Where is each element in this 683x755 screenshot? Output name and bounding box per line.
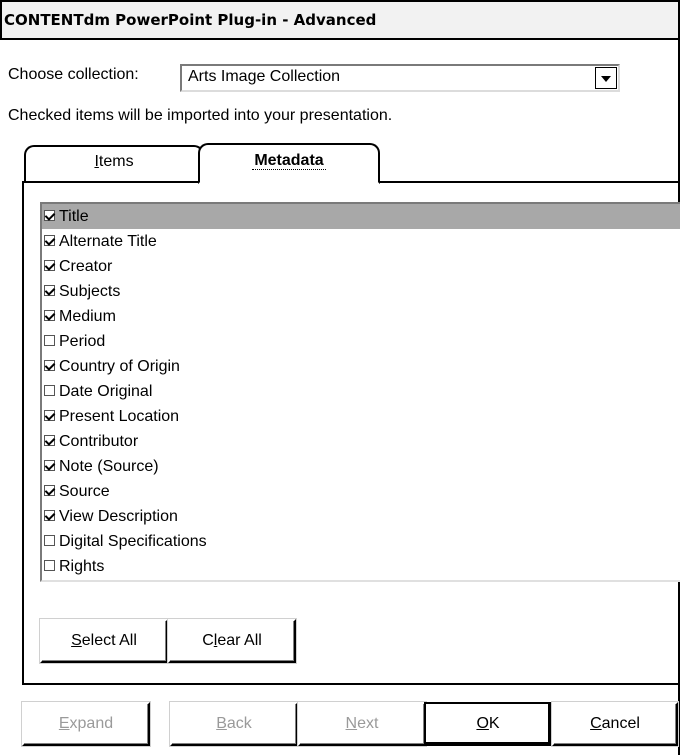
tab-metadata[interactable]: Metadata	[198, 143, 380, 184]
ok-label: K	[488, 715, 500, 732]
list-item[interactable]: Source	[42, 479, 680, 504]
next-label: ext	[357, 715, 379, 732]
advanced-dialog: CONTENTdm PowerPoint Plug-in - Advanced …	[0, 0, 680, 755]
checkbox[interactable]	[44, 385, 55, 396]
list-item[interactable]: Contributor	[42, 429, 680, 454]
checkbox[interactable]	[44, 460, 55, 471]
next-mnemonic: N	[345, 715, 358, 732]
chevron-down-icon[interactable]	[595, 67, 617, 89]
list-item-label: Digital Specifications	[59, 533, 207, 550]
tab-items[interactable]: Items	[24, 145, 204, 181]
list-item[interactable]: Period	[42, 329, 680, 354]
checkbox[interactable]	[44, 310, 55, 321]
instructions-text: Checked items will be imported into your…	[8, 107, 393, 124]
ok-mnemonic: O	[476, 715, 489, 732]
collection-select[interactable]: Arts Image Collection	[180, 64, 620, 92]
next-button[interactable]: Next	[298, 702, 426, 746]
checkbox[interactable]	[44, 235, 55, 246]
checkbox[interactable]	[44, 335, 55, 346]
list-item[interactable]: Medium	[42, 304, 680, 329]
clear-all-pre: C	[202, 632, 214, 649]
select-all-mnemonic: S	[71, 632, 82, 649]
list-item-label: Alternate Title	[59, 233, 157, 250]
list-item[interactable]: Alternate Title	[42, 229, 680, 254]
list-item-label: View Description	[59, 508, 178, 525]
checkbox[interactable]	[44, 410, 55, 421]
back-label: ack	[226, 715, 252, 732]
list-item-label: Title	[59, 208, 89, 225]
cancel-label: ancel	[601, 715, 640, 732]
list-item[interactable]: Digital Specifications	[42, 529, 680, 554]
list-item-label: Country of Origin	[59, 358, 180, 375]
clear-all-post: ear All	[217, 632, 262, 649]
expand-button[interactable]: Expand	[22, 702, 150, 746]
checkbox[interactable]	[44, 510, 55, 521]
list-item-label: Note (Source)	[59, 458, 159, 475]
list-item[interactable]: Subjects	[42, 279, 680, 304]
checkbox[interactable]	[44, 560, 55, 571]
list-item[interactable]: Rights	[42, 554, 680, 579]
cancel-button[interactable]: Cancel	[552, 702, 678, 746]
checkbox[interactable]	[44, 485, 55, 496]
checkbox[interactable]	[44, 535, 55, 546]
tab-metadata-label: Metadata	[252, 152, 326, 170]
list-item-label: Medium	[59, 308, 116, 325]
choose-collection-label: Choose collection:	[8, 66, 139, 83]
list-item[interactable]: Date Original	[42, 379, 680, 404]
list-item-label: Subjects	[59, 283, 121, 300]
clear-all-button[interactable]: Clear All	[168, 619, 296, 663]
checkbox[interactable]	[44, 260, 55, 271]
checkbox[interactable]	[44, 435, 55, 446]
select-all-button[interactable]: Select All	[40, 619, 168, 663]
back-button[interactable]: Back	[170, 702, 298, 746]
list-item-label: Creator	[59, 258, 113, 275]
expand-mnemonic: E	[58, 715, 70, 732]
ok-button[interactable]: OK	[424, 702, 552, 746]
collection-select-value: Arts Image Collection	[188, 68, 341, 85]
tab-items-label: tems	[98, 153, 134, 170]
list-item-label: Source	[59, 483, 110, 500]
checkbox[interactable]	[44, 285, 55, 296]
list-item-label: Contributor	[59, 433, 139, 450]
list-item-label: Period	[59, 333, 106, 350]
list-item-label: Date Original	[59, 383, 153, 400]
metadata-panel: Title Alternate Title Creator Subjects Mediu…	[22, 181, 680, 685]
list-item[interactable]: View Description	[42, 504, 680, 529]
window-title: CONTENTdm PowerPoint Plug-in - Advanced	[0, 0, 678, 40]
list-item[interactable]: Creator	[42, 254, 680, 279]
list-item[interactable]: Note (Source)	[42, 454, 680, 479]
list-item-label: Present Location	[59, 408, 180, 425]
metadata-field-list[interactable]: Title Alternate Title Creator Subjects Mediu…	[40, 202, 680, 582]
cancel-mnemonic: C	[590, 715, 602, 732]
back-mnemonic: B	[216, 715, 227, 732]
list-item-label: Rights	[59, 558, 105, 575]
list-item[interactable]: Title	[42, 204, 680, 229]
checkbox[interactable]	[44, 360, 55, 371]
select-all-label: elect All	[81, 632, 137, 649]
list-item[interactable]: Country of Origin	[42, 354, 680, 379]
list-item[interactable]: Present Location	[42, 404, 680, 429]
expand-label: xpand	[69, 715, 114, 732]
checkbox[interactable]	[44, 210, 55, 221]
